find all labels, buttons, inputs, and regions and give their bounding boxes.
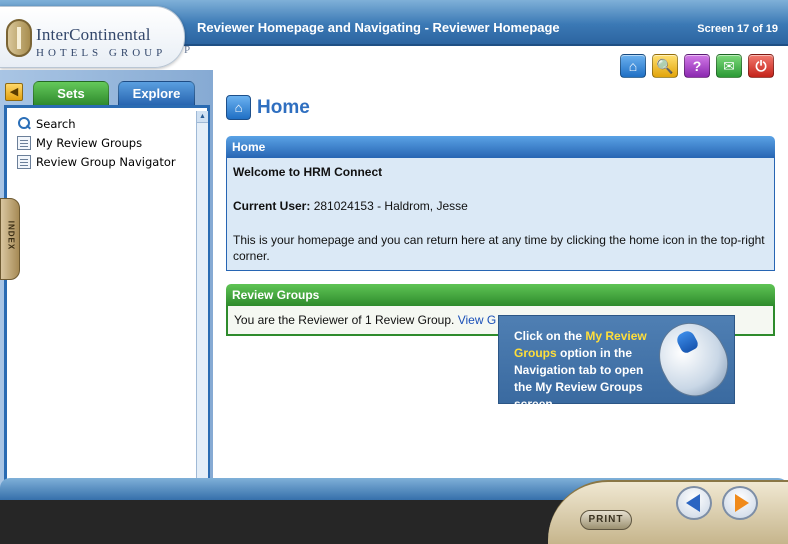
callout-text-before: Click on the	[514, 329, 586, 343]
instruction-callout: Click on the My Review Groups option in …	[498, 310, 740, 411]
logo-mark-icon	[6, 19, 32, 57]
help-icon[interactable]: ?	[684, 54, 710, 78]
page-title: ⌂ Home	[226, 95, 310, 120]
home-panel: Home Welcome to HRM Connect Current User…	[226, 136, 775, 271]
arrow-left-icon	[685, 494, 700, 512]
screen-counter: Screen 17 of 19	[697, 23, 778, 35]
nav-item-label: Search	[36, 116, 76, 131]
back-button[interactable]	[676, 486, 712, 520]
logo-tail: P	[184, 44, 195, 56]
company-logo: InterContinental HOTELS GROUP	[0, 6, 185, 68]
nav-item-my-review-groups[interactable]: My Review Groups	[17, 133, 176, 152]
nav-item-search[interactable]: Search	[17, 114, 176, 133]
nav-item-label: My Review Groups	[36, 135, 143, 150]
welcome-text: Welcome to HRM Connect	[233, 165, 383, 179]
tab-sets[interactable]: Sets	[33, 81, 109, 105]
mail-icon[interactable]: ✉	[716, 54, 742, 78]
nav-scrollbar[interactable]: ▲	[196, 111, 208, 481]
nav-item-label: Review Group Navigator	[36, 154, 176, 169]
navigation-list: Search My Review Groups Review Group Nav…	[17, 114, 176, 171]
logo-line2: HOTELS GROUP	[36, 47, 167, 59]
top-toolbar: ⌂ 🔍 ? ✉ ⏻	[620, 54, 774, 78]
home-icon[interactable]: ⌂	[620, 54, 646, 78]
current-user-row: Current User: 281024153 - Haldrom, Jesse	[233, 198, 768, 214]
logo-line1: InterContinental	[36, 25, 151, 44]
review-groups-text: You are the Reviewer of 1 Review Group.	[234, 313, 455, 327]
current-user-value: 281024153 - Haldrom, Jesse	[313, 199, 468, 213]
print-button[interactable]: PRINT	[580, 510, 632, 530]
search-icon	[17, 116, 31, 131]
view-groups-link[interactable]: View G	[458, 313, 496, 327]
navigation-panel: Search My Review Groups Review Group Nav…	[4, 105, 210, 485]
index-tab[interactable]: INDEX	[0, 198, 20, 280]
home-panel-header: Home	[226, 136, 775, 158]
index-label: INDEX	[6, 220, 16, 251]
exit-icon[interactable]: ⏻	[748, 54, 774, 78]
arrow-right-icon	[734, 494, 749, 512]
nav-item-review-group-navigator[interactable]: Review Group Navigator	[17, 152, 176, 171]
scroll-up-icon[interactable]: ▲	[197, 111, 208, 123]
current-user-label: Current User:	[233, 199, 311, 213]
next-button[interactable]	[722, 486, 758, 520]
document-icon	[17, 154, 31, 169]
review-groups-header: Review Groups	[226, 284, 775, 306]
module-title: Reviewer Homepage and Navigating - Revie…	[197, 20, 560, 35]
search-icon[interactable]: 🔍	[652, 54, 678, 78]
home-info-text: This is your homepage and you can return…	[233, 233, 765, 263]
callout-text: Click on the My Review Groups option in …	[514, 328, 664, 413]
document-icon	[17, 135, 31, 150]
home-panel-body: Welcome to HRM Connect Current User: 281…	[226, 158, 775, 271]
tab-explore[interactable]: Explore	[118, 81, 195, 105]
page-title-text: Home	[257, 96, 310, 118]
collapse-sidebar-icon[interactable]: ◀	[5, 83, 23, 101]
home-icon: ⌂	[226, 95, 251, 120]
